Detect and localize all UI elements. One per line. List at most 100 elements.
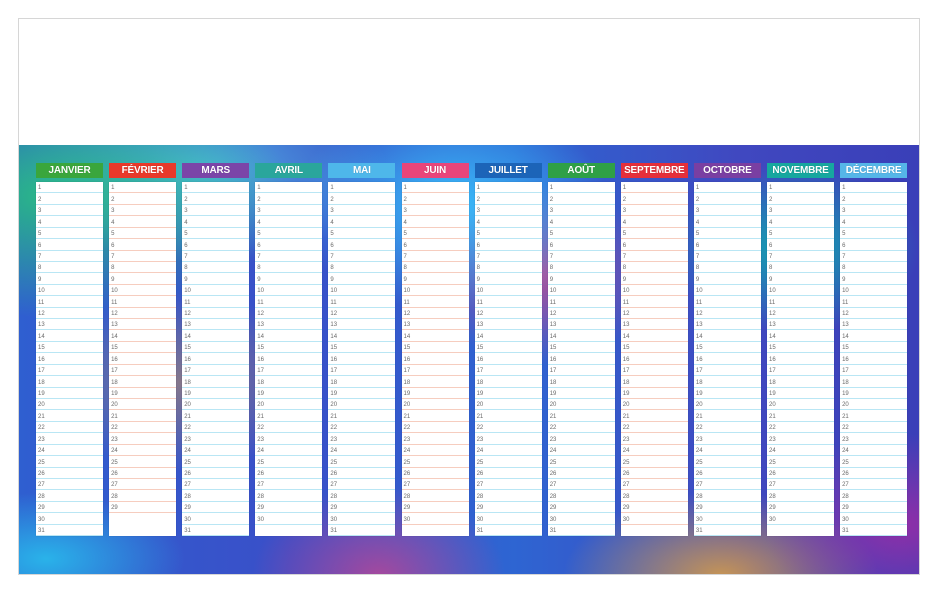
- day-row[interactable]: 23: [109, 433, 177, 445]
- day-row[interactable]: 1: [693, 182, 761, 194]
- day-row[interactable]: 4: [109, 216, 177, 228]
- day-row[interactable]: 9: [474, 273, 542, 285]
- day-row[interactable]: 13: [109, 319, 177, 331]
- day-row[interactable]: 17: [693, 365, 761, 377]
- day-row[interactable]: 15: [767, 342, 834, 354]
- day-row[interactable]: 16: [547, 353, 615, 365]
- day-row[interactable]: 26: [620, 468, 688, 479]
- day-row[interactable]: 13: [182, 319, 250, 331]
- day-row[interactable]: 10: [401, 285, 469, 297]
- day-row[interactable]: 27: [255, 479, 323, 491]
- day-row[interactable]: 26: [255, 468, 323, 479]
- day-row[interactable]: 22: [328, 422, 396, 434]
- day-row[interactable]: 14: [767, 330, 834, 342]
- day-row[interactable]: 29: [255, 502, 323, 514]
- day-row[interactable]: 17: [401, 365, 469, 377]
- day-row[interactable]: 2: [182, 193, 250, 205]
- day-row[interactable]: 8: [840, 262, 908, 274]
- day-row[interactable]: 27: [693, 479, 761, 491]
- day-row[interactable]: 18: [547, 376, 615, 388]
- day-row[interactable]: 11: [693, 296, 761, 308]
- day-row[interactable]: 24: [840, 445, 908, 457]
- day-row[interactable]: 22: [620, 422, 688, 434]
- day-row[interactable]: 23: [693, 433, 761, 445]
- day-row[interactable]: 31: [693, 525, 761, 537]
- day-row[interactable]: 26: [547, 468, 615, 479]
- day-row[interactable]: 13: [474, 319, 542, 331]
- day-row[interactable]: 16: [328, 353, 396, 365]
- day-row[interactable]: 28: [36, 490, 103, 502]
- day-row[interactable]: 31: [474, 525, 542, 537]
- day-row[interactable]: 23: [474, 433, 542, 445]
- day-row[interactable]: 25: [767, 456, 834, 468]
- day-row[interactable]: 4: [767, 216, 834, 228]
- day-row[interactable]: 27: [767, 479, 834, 491]
- day-row[interactable]: 30: [547, 513, 615, 525]
- day-row[interactable]: 30: [328, 513, 396, 525]
- day-row[interactable]: 19: [620, 388, 688, 400]
- day-row[interactable]: 2: [109, 193, 177, 205]
- day-row[interactable]: 6: [474, 239, 542, 251]
- day-row[interactable]: 20: [620, 399, 688, 411]
- day-row[interactable]: 30: [36, 513, 103, 525]
- day-row[interactable]: 1: [401, 182, 469, 194]
- day-row[interactable]: 12: [620, 308, 688, 320]
- day-row[interactable]: 17: [255, 365, 323, 377]
- day-row[interactable]: 22: [547, 422, 615, 434]
- day-row[interactable]: 31: [36, 525, 103, 537]
- day-row[interactable]: 3: [401, 205, 469, 217]
- day-row[interactable]: 4: [36, 216, 103, 228]
- day-row[interactable]: 7: [620, 251, 688, 262]
- day-row[interactable]: 20: [401, 399, 469, 411]
- day-row[interactable]: 11: [401, 296, 469, 308]
- day-row[interactable]: 12: [182, 308, 250, 320]
- day-row[interactable]: 5: [840, 228, 908, 240]
- day-row[interactable]: 26: [401, 468, 469, 479]
- day-row[interactable]: 8: [255, 262, 323, 274]
- day-row[interactable]: 20: [182, 399, 250, 411]
- day-row[interactable]: 23: [36, 433, 103, 445]
- day-row[interactable]: 2: [547, 193, 615, 205]
- day-row[interactable]: 6: [328, 239, 396, 251]
- day-row[interactable]: 26: [36, 468, 103, 479]
- day-row[interactable]: 17: [36, 365, 103, 377]
- day-row[interactable]: 13: [36, 319, 103, 331]
- day-row[interactable]: 15: [474, 342, 542, 354]
- day-row[interactable]: 14: [36, 330, 103, 342]
- day-row[interactable]: 25: [328, 456, 396, 468]
- day-row[interactable]: 10: [693, 285, 761, 297]
- day-row[interactable]: 3: [182, 205, 250, 217]
- day-row[interactable]: 22: [36, 422, 103, 434]
- day-row[interactable]: 20: [840, 399, 908, 411]
- day-row[interactable]: 2: [474, 193, 542, 205]
- day-row[interactable]: 9: [620, 273, 688, 285]
- day-row[interactable]: 30: [474, 513, 542, 525]
- day-row[interactable]: 1: [109, 182, 177, 194]
- day-row[interactable]: 27: [182, 479, 250, 491]
- day-row[interactable]: 19: [767, 388, 834, 400]
- day-row[interactable]: 8: [620, 262, 688, 274]
- day-row[interactable]: 30: [840, 513, 908, 525]
- day-row[interactable]: 11: [109, 296, 177, 308]
- day-row[interactable]: 22: [767, 422, 834, 434]
- day-row[interactable]: 3: [693, 205, 761, 217]
- day-row[interactable]: 27: [474, 479, 542, 491]
- day-row[interactable]: 7: [109, 251, 177, 262]
- day-row[interactable]: 23: [401, 433, 469, 445]
- day-row[interactable]: 8: [547, 262, 615, 274]
- day-row[interactable]: 26: [767, 468, 834, 479]
- day-row[interactable]: 3: [547, 205, 615, 217]
- day-row[interactable]: 15: [547, 342, 615, 354]
- day-row[interactable]: 18: [401, 376, 469, 388]
- day-row[interactable]: 3: [109, 205, 177, 217]
- day-row[interactable]: 7: [255, 251, 323, 262]
- day-row[interactable]: 10: [255, 285, 323, 297]
- day-row[interactable]: 1: [182, 182, 250, 194]
- day-row[interactable]: 31: [328, 525, 396, 537]
- day-row[interactable]: 31: [840, 525, 908, 537]
- day-row[interactable]: 26: [693, 468, 761, 479]
- day-row[interactable]: 15: [328, 342, 396, 354]
- day-row[interactable]: 29: [36, 502, 103, 514]
- day-row[interactable]: 20: [328, 399, 396, 411]
- day-row[interactable]: 19: [328, 388, 396, 400]
